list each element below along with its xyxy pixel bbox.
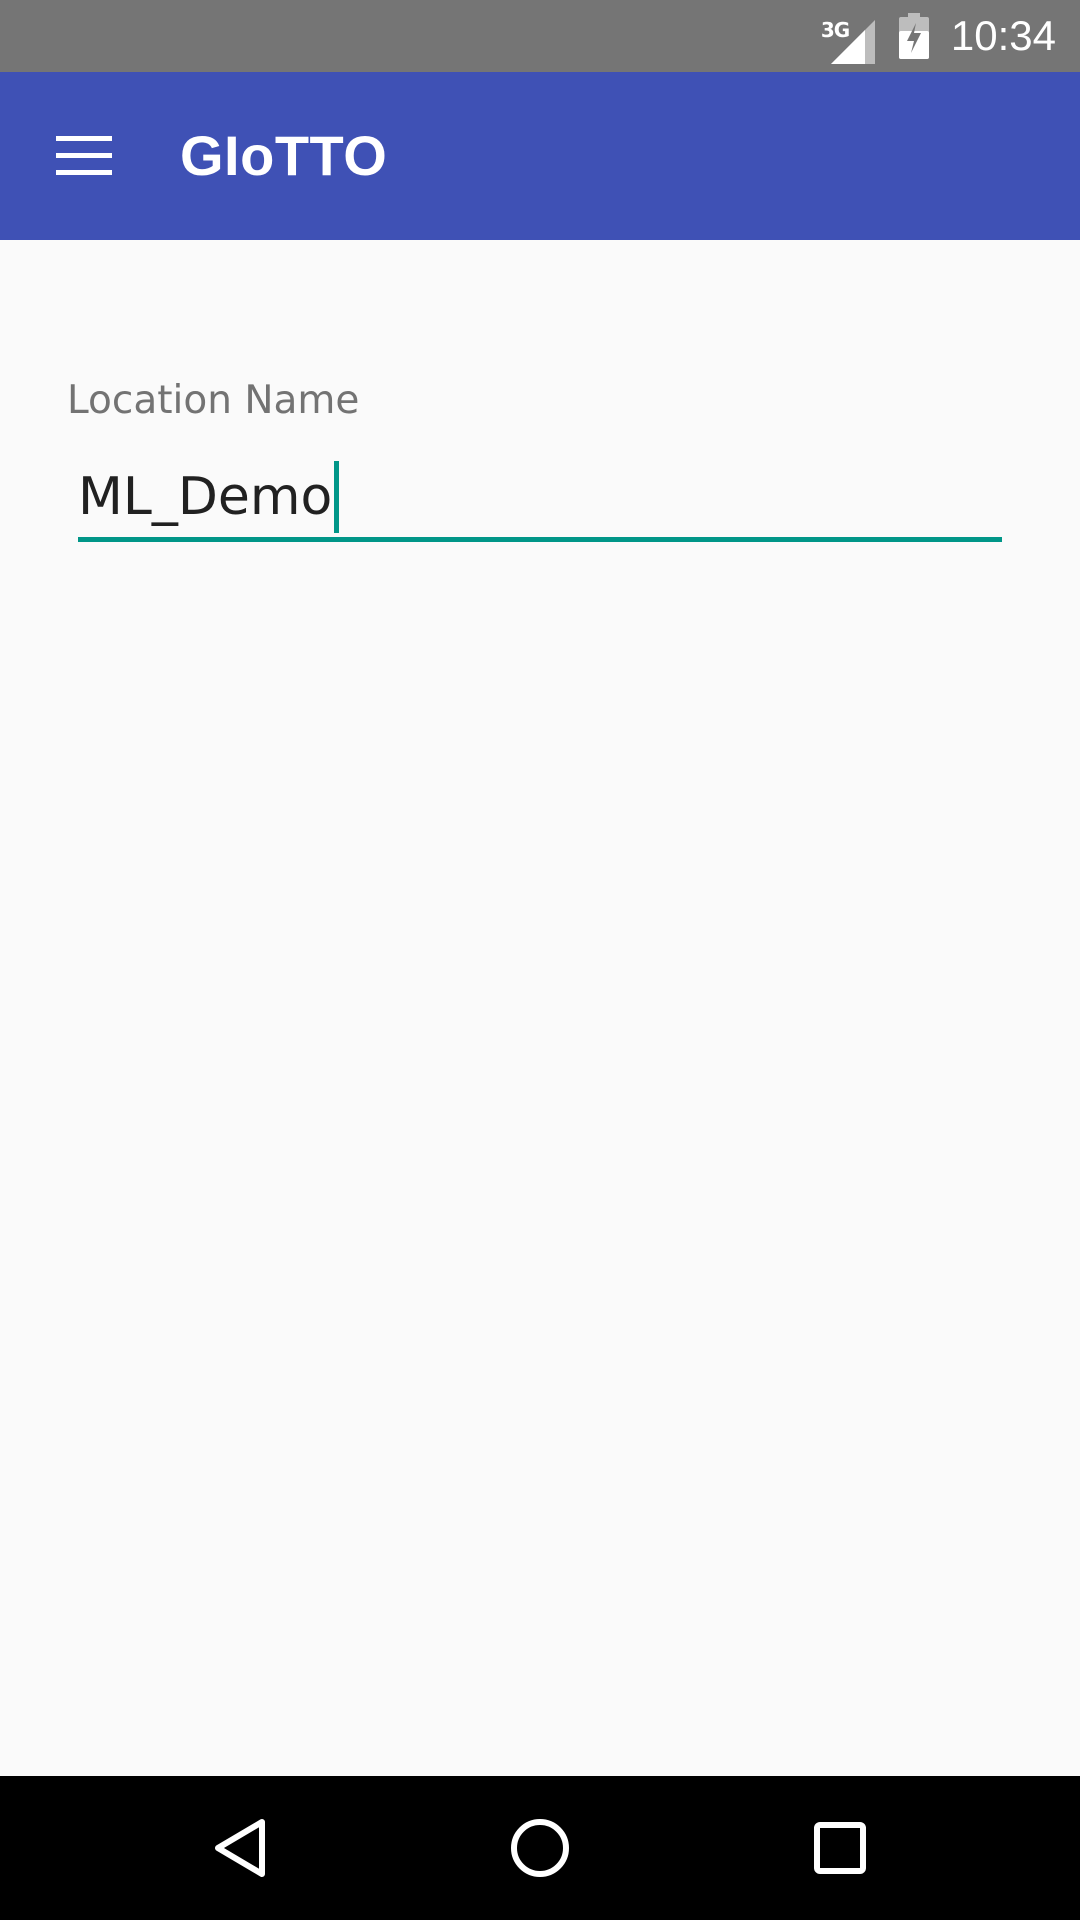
- battery-charging-icon: [898, 13, 929, 59]
- back-button[interactable]: [190, 1798, 290, 1898]
- location-name-input[interactable]: ML_Demo: [78, 456, 1002, 542]
- app-bar: GIoTTO: [0, 72, 1080, 240]
- location-name-label: Location Name: [67, 378, 360, 423]
- back-triangle-icon: [215, 1819, 265, 1877]
- screen: 3G 10:34 GIoTTO Location Name ML_Demo: [0, 0, 1080, 1920]
- navigation-bar: [0, 1776, 1080, 1920]
- recents-button[interactable]: [790, 1798, 890, 1898]
- cell-signal-icon: 3G: [821, 6, 877, 66]
- app-title: GIoTTO: [180, 124, 388, 187]
- home-circle-icon: [511, 1819, 569, 1877]
- status-icons: 3G 10:34: [821, 0, 1056, 72]
- text-cursor: [334, 460, 340, 533]
- hamburger-menu-icon: [56, 136, 112, 175]
- status-bar: 3G 10:34: [0, 0, 1080, 72]
- menu-button[interactable]: [28, 114, 140, 198]
- status-clock: 10:34: [950, 12, 1056, 59]
- home-button[interactable]: [490, 1798, 590, 1898]
- recents-square-icon: [814, 1822, 866, 1874]
- location-name-value: ML_Demo: [78, 466, 333, 527]
